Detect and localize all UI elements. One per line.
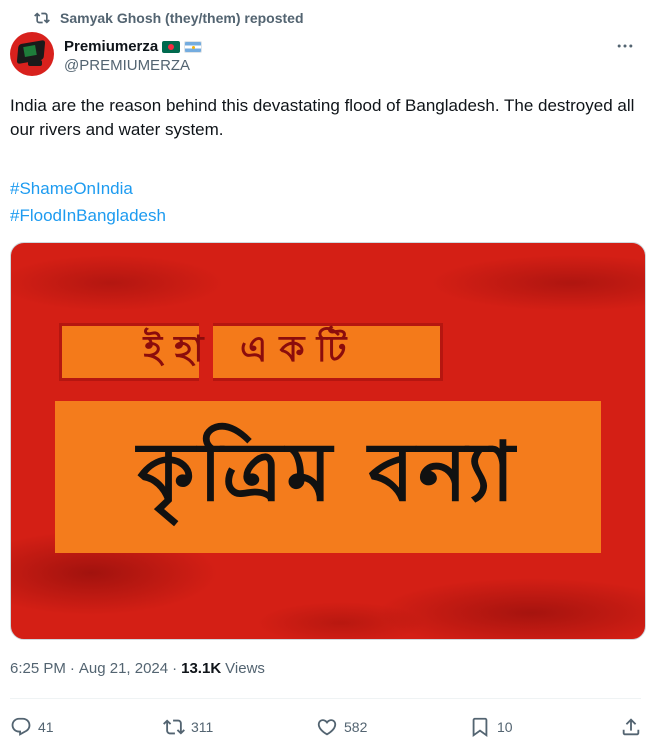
tweet-header: Premiumerza @PREMIUMERZA (10, 32, 642, 80)
hashtag-list: #ShameOnIndia #FloodInBangladesh (10, 175, 166, 229)
repost-count: 311 (191, 719, 214, 735)
argentina-flag-icon (184, 40, 203, 53)
author-names: Premiumerza @PREMIUMERZA (64, 32, 203, 80)
tweet-image[interactable]: ইহা একটি কৃত্রিম বন্যা (10, 242, 646, 640)
repost-text: Samyak Ghosh (they/them) reposted (60, 10, 304, 26)
tweet-text: India are the reason behind this devasta… (10, 94, 640, 142)
reply-count: 41 (38, 719, 54, 735)
repost-icon (163, 719, 185, 735)
share-icon (622, 718, 640, 736)
share-button[interactable] (620, 710, 642, 744)
bookmark-button[interactable]: 10 (469, 710, 513, 744)
meta-separator: · (69, 660, 75, 677)
views-label: Views (225, 660, 265, 677)
more-options-button[interactable] (608, 34, 642, 58)
action-bar: 41 311 582 10 (10, 710, 640, 744)
repost-button[interactable]: 311 (163, 710, 213, 744)
more-icon (617, 44, 633, 48)
repost-icon (34, 12, 50, 24)
views-count: 13.1K (181, 660, 222, 677)
repost-indicator[interactable]: Samyak Ghosh (they/them) reposted (34, 10, 304, 26)
heart-icon (317, 719, 337, 736)
tweet-date[interactable]: Aug 21, 2024 (79, 660, 168, 677)
like-count: 582 (344, 719, 368, 735)
tweet-body: India are the reason behind this devasta… (10, 96, 635, 139)
avatar[interactable] (10, 32, 54, 76)
reply-icon (11, 717, 31, 736)
divider (10, 698, 641, 699)
like-button[interactable]: 582 (316, 710, 367, 744)
display-name-row[interactable]: Premiumerza (64, 38, 203, 55)
hashtag-link[interactable]: #FloodInBangladesh (10, 202, 166, 229)
display-name[interactable]: Premiumerza (64, 38, 158, 55)
image-top-text: ইহা একটি (143, 329, 359, 370)
author-handle[interactable]: @PREMIUMERZA (64, 57, 202, 74)
bookmark-icon (472, 717, 488, 738)
tweet-time[interactable]: 6:25 PM (10, 660, 66, 677)
tweet-meta: 6:25 PM · Aug 21, 2024 · 13.1K Views (10, 660, 265, 677)
bookmark-count: 10 (497, 719, 513, 735)
hashtag-link[interactable]: #ShameOnIndia (10, 175, 166, 202)
bangladesh-flag-icon (162, 40, 181, 53)
reply-button[interactable]: 41 (10, 710, 54, 744)
image-main-text: কৃত্রিম বন্যা (137, 424, 519, 520)
meta-separator: · (172, 660, 178, 677)
